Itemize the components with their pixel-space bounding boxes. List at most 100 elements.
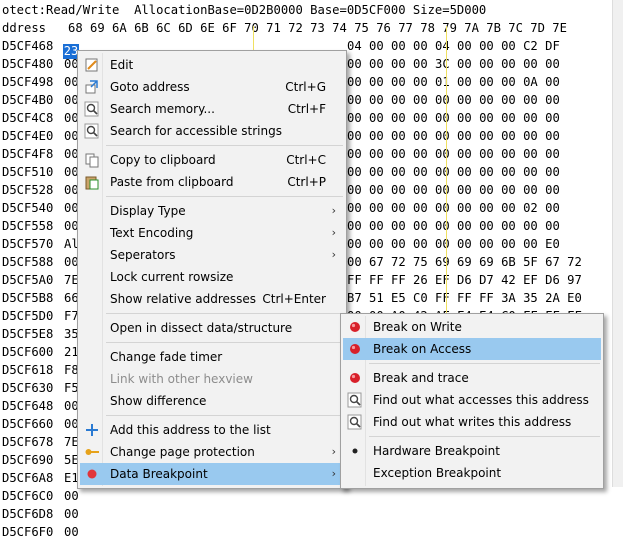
row-address: D5CF588	[2, 255, 54, 269]
submenu-item-find-out-what-writes-this-address[interactable]: Find out what writes this address	[343, 411, 601, 433]
row-address: D5CF4F8	[2, 147, 54, 161]
menu-item-label: Break on Access	[373, 342, 472, 356]
menu-item-show-difference[interactable]: Show difference	[80, 390, 344, 412]
menu-item-open-in-dissect-data-structure[interactable]: Open in dissect data/structure	[80, 317, 344, 339]
row-address: D5CF4E0	[2, 129, 54, 143]
copy-icon	[84, 152, 100, 168]
menu-item-label: Search for accessible strings	[110, 124, 282, 138]
menu-separator	[106, 342, 343, 343]
row-address: D5CF618	[2, 363, 54, 377]
menu-item-change-page-protection[interactable]: Change page protection ›	[80, 441, 344, 463]
menu-item-lock-current-rowsize[interactable]: Lock current rowsize	[80, 266, 344, 288]
data-breakpoint-submenu: Break on Write Break on Access Break and t…	[340, 313, 604, 489]
row-address: D5CF540	[2, 201, 54, 215]
row-address: D5CF6C0	[2, 489, 54, 503]
find-icon	[347, 414, 363, 430]
row-address: D5CF5E8	[2, 327, 54, 341]
row-bytes: 04 00 00 00 04 00 00 00 C2 DF	[347, 39, 560, 53]
row-partial-byte: 00	[64, 525, 79, 539]
edit-icon	[84, 57, 100, 73]
row-address: D5CF660	[2, 417, 54, 431]
row-address: D5CF558	[2, 219, 54, 233]
row-address: D5CF480	[2, 57, 54, 71]
breakpoint-icon	[347, 341, 363, 357]
menu-item-change-fade-timer[interactable]: Change fade timer	[80, 346, 344, 368]
menu-item-text-encoding[interactable]: Text Encoding ›	[80, 222, 344, 244]
menu-item-label: Lock current rowsize	[110, 270, 234, 284]
menu-item-display-type[interactable]: Display Type ›	[80, 200, 344, 222]
row-address: D5CF468	[2, 39, 54, 53]
submenu-arrow-icon: ›	[331, 467, 336, 480]
key-icon	[84, 444, 100, 460]
submenu-item-hardware-breakpoint[interactable]: Hardware Breakpoint	[343, 440, 601, 462]
row-bytes: 00 00 00 00 00 00 00 00 00 00	[347, 183, 560, 197]
menu-item-shortcut: Ctrl+C	[286, 153, 326, 167]
row-bytes: 00 00 00 00 00 00 00 00 00 00	[347, 147, 560, 161]
region-info-line: otect:Read/Write AllocationBase=0D2B0000…	[2, 3, 487, 17]
menu-item-label: Hardware Breakpoint	[373, 444, 500, 458]
menu-item-copy-to-clipboard[interactable]: Copy to clipboard Ctrl+C	[80, 149, 344, 171]
menu-item-show-relative-addresses[interactable]: Show relative addresses Ctrl+Enter	[80, 288, 344, 310]
submenu-item-break-on-write[interactable]: Break on Write	[343, 316, 601, 338]
menu-item-label: Display Type	[110, 204, 186, 218]
menu-item-label: Find out what accesses this address	[373, 393, 589, 407]
context-menu: Edit Goto address Ctrl+G Search memory... Ct…	[77, 50, 347, 489]
row-address: D5CF528	[2, 183, 54, 197]
menu-item-label: Change page protection	[110, 445, 255, 459]
menu-separator	[106, 196, 343, 197]
menu-item-label: Text Encoding	[110, 226, 194, 240]
row-address: D5CF5D0	[2, 309, 54, 323]
menu-item-paste-from-clipboard[interactable]: Paste from clipboard Ctrl+P	[80, 171, 344, 193]
paste-icon	[84, 174, 100, 190]
row-address: D5CF4C8	[2, 111, 54, 125]
menu-item-shortcut: Ctrl+Enter	[262, 292, 326, 306]
row-bytes: 00 00 00 00 00 00 00 00 00 00	[347, 219, 560, 233]
row-address: D5CF648	[2, 399, 54, 413]
menu-item-edit[interactable]: Edit	[80, 54, 344, 76]
plus-icon	[84, 422, 100, 438]
row-bytes: 00 00 00 00 00 00 00 00 00 00	[347, 93, 560, 107]
menu-item-seperators[interactable]: Seperators ›	[80, 244, 344, 266]
menu-item-label: Goto address	[110, 80, 190, 94]
search-strings-icon	[84, 123, 100, 139]
menu-item-label: Paste from clipboard	[110, 175, 234, 189]
menu-item-label: Open in dissect data/structure	[110, 321, 293, 335]
menu-item-add-this-address-to-the-list[interactable]: Add this address to the list	[80, 419, 344, 441]
vertical-scrollbar[interactable]	[612, 0, 623, 487]
row-bytes: 00 00 00 00 3C 00 00 00 00 00	[347, 57, 560, 71]
row-bytes: B7 51 E5 C0 FF FF FF 3A 35 2A E0	[347, 291, 582, 305]
row-address: D5CF570	[2, 237, 54, 251]
breakpoint-icon	[347, 319, 363, 335]
row-address: D5CF498	[2, 75, 54, 89]
submenu-item-exception-breakpoint[interactable]: Exception Breakpoint	[343, 462, 601, 484]
red-dot-icon	[84, 466, 100, 482]
row-address: D5CF6F0	[2, 525, 54, 539]
menu-item-goto-address[interactable]: Goto address Ctrl+G	[80, 76, 344, 98]
submenu-item-find-out-what-accesses-this-address[interactable]: Find out what accesses this address	[343, 389, 601, 411]
goto-icon	[84, 79, 100, 95]
row-partial-byte: 00	[64, 507, 79, 521]
menu-item-label: Break on Write	[373, 320, 462, 334]
row-address: D5CF6D8	[2, 507, 54, 521]
submenu-arrow-icon: ›	[331, 445, 336, 458]
menu-item-label: Seperators	[110, 248, 176, 262]
submenu-item-break-on-access[interactable]: Break on Access	[343, 338, 601, 360]
menu-item-search-memory[interactable]: Search memory... Ctrl+F	[80, 98, 344, 120]
menu-item-shortcut: Ctrl+G	[285, 80, 326, 94]
menu-item-data-breakpoint[interactable]: Data Breakpoint ›	[80, 463, 344, 485]
row-address: D5CF630	[2, 381, 54, 395]
menu-item-label: Find out what writes this address	[373, 415, 572, 429]
submenu-item-break-and-trace[interactable]: Break and trace	[343, 367, 601, 389]
row-bytes: 00 00 00 00 01 00 00 00 0A 00	[347, 75, 560, 89]
submenu-arrow-icon: ›	[331, 226, 336, 239]
bullet-icon	[347, 443, 363, 459]
column-header-line: ddress 68 69 6A 6B 6C 6D 6E 6F 70 71 72 …	[2, 21, 567, 35]
row-bytes: 00 67 72 75 69 69 69 6B 5F 67 72	[347, 255, 582, 269]
row-address: D5CF5B8	[2, 291, 54, 305]
row-bytes: FF FF FF 26 EF D6 D7 42 EF D6 97	[347, 273, 582, 287]
menu-item-search-for-accessible-strings[interactable]: Search for accessible strings	[80, 120, 344, 142]
row-address: D5CF4B0	[2, 93, 54, 107]
row-partial-byte: 00	[64, 489, 79, 503]
menu-separator	[369, 363, 600, 364]
row-bytes: 00 00 00 00 00 00 00 00 00 00	[347, 129, 560, 143]
